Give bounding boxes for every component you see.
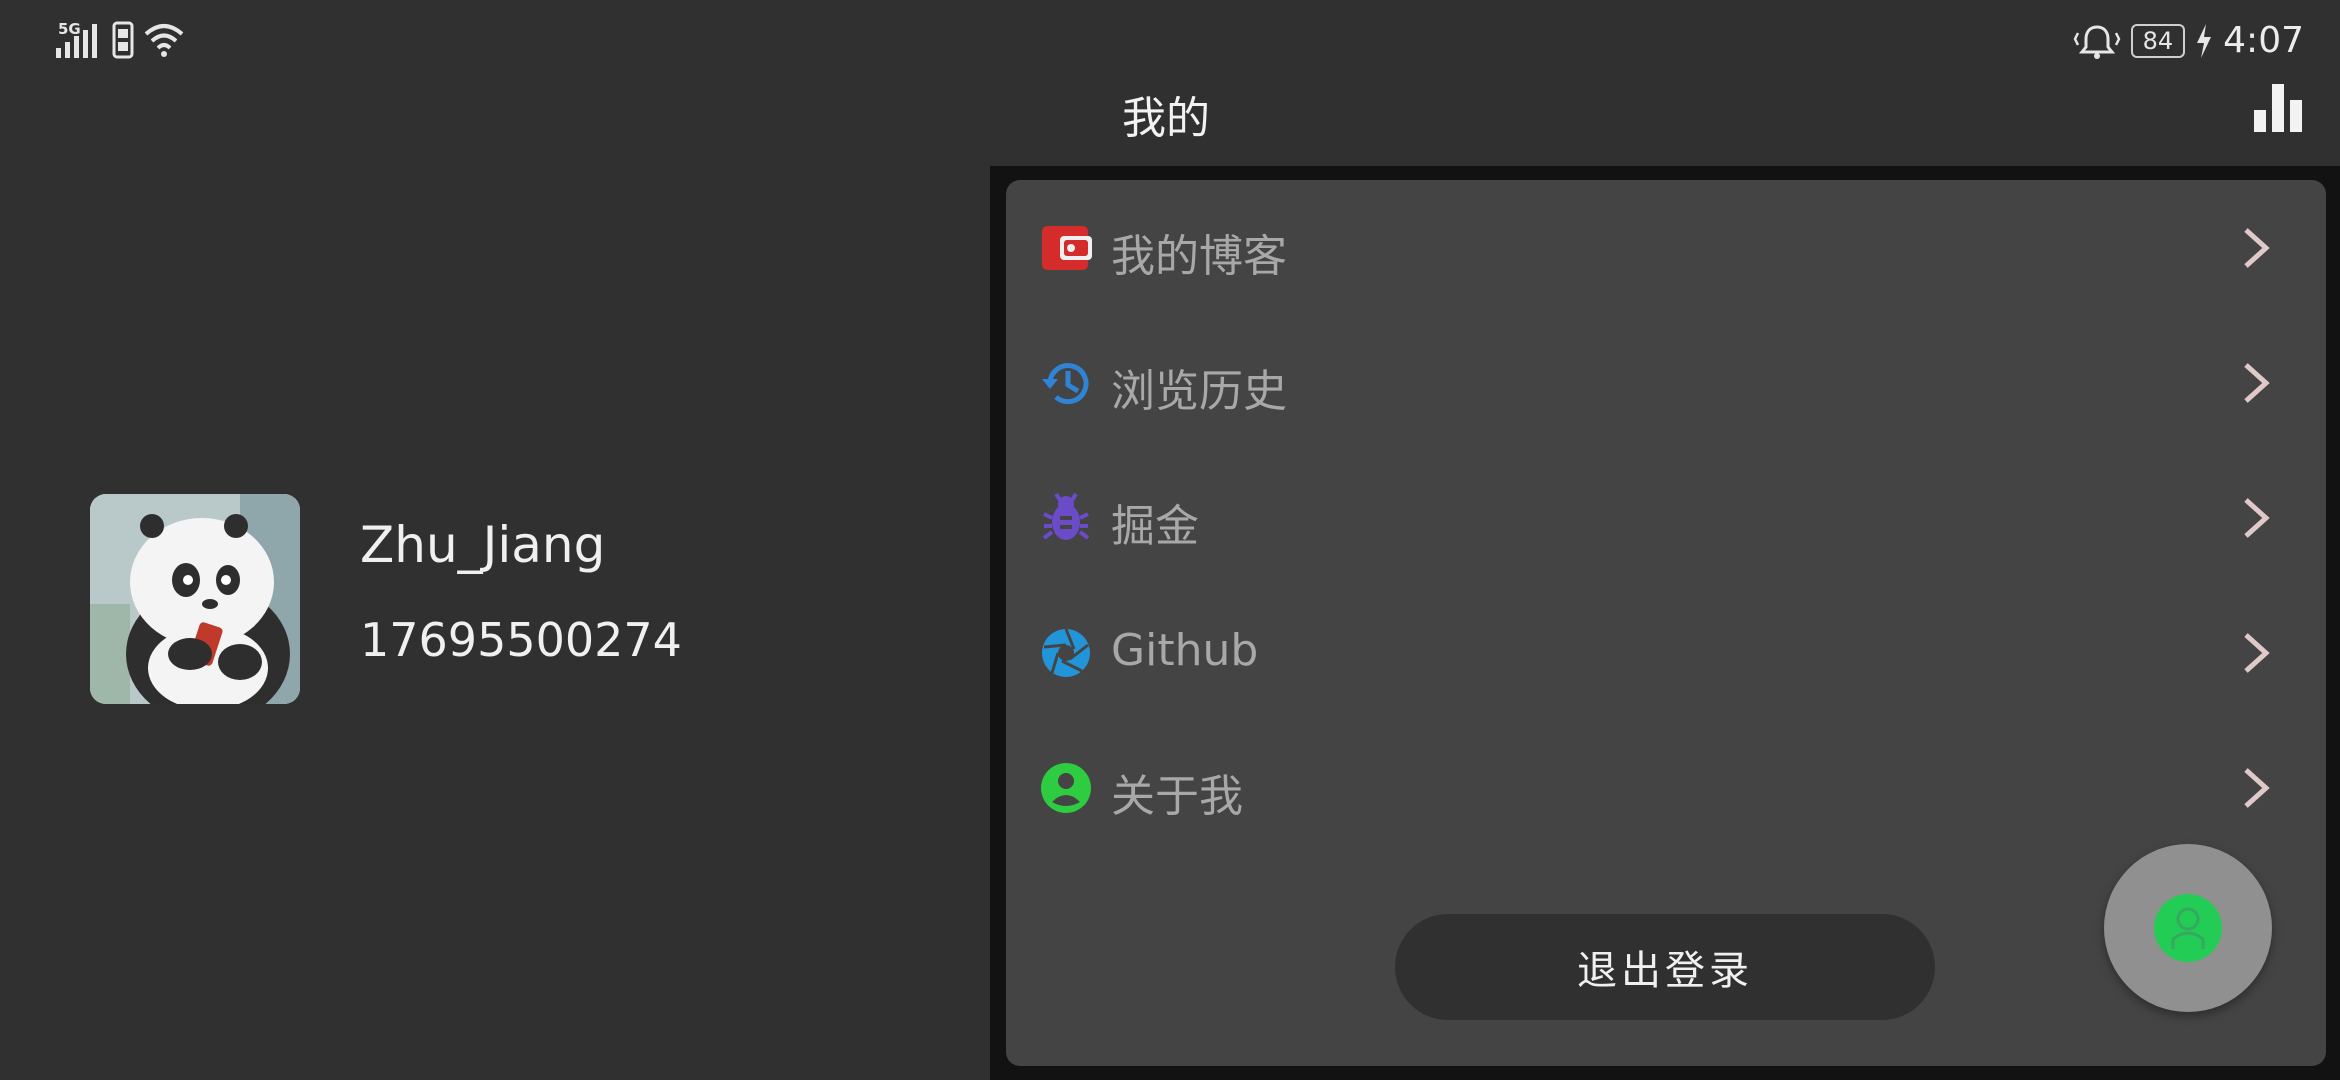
person-icon xyxy=(2154,894,2222,962)
logout-button[interactable]: 退出登录 xyxy=(1395,914,1935,1020)
bell-vibrate-icon xyxy=(2073,24,2121,59)
panda-avatar-image xyxy=(90,494,300,704)
bug-icon xyxy=(1042,492,1090,540)
chevron-right-icon xyxy=(2244,768,2270,808)
clock: 4:07 xyxy=(2223,20,2304,61)
chevron-right-icon xyxy=(2244,363,2270,403)
charging-icon xyxy=(2197,23,2212,58)
avatar[interactable] xyxy=(90,494,300,704)
menu-item-github[interactable]: Github xyxy=(1006,585,2326,720)
menu-item-label: 浏览历史 xyxy=(1111,366,1287,417)
menu-item-label: 掘金 xyxy=(1111,501,1199,552)
status-right: 84 4:07 xyxy=(2073,20,2304,61)
aperture-icon xyxy=(1042,628,1090,677)
logout-label: 退出登录 xyxy=(1577,948,1753,994)
sim-card-icon xyxy=(112,21,134,59)
floating-action-button[interactable] xyxy=(2104,844,2272,1012)
history-icon xyxy=(1042,363,1089,405)
username: Zhu_Jiang xyxy=(360,516,606,574)
menu-item-history[interactable]: 浏览历史 xyxy=(1006,315,2326,450)
menu-item-blog[interactable]: 我的博客 xyxy=(1006,180,2326,315)
bar-chart-icon[interactable] xyxy=(2252,84,2304,132)
menu-item-label: 关于我 xyxy=(1111,771,1243,822)
chevron-right-icon xyxy=(2244,228,2270,268)
battery-level: 84 xyxy=(2130,23,2186,58)
menu-item-label: 我的博客 xyxy=(1111,231,1287,282)
wifi-icon xyxy=(144,24,184,57)
status-bar: 5G 84 4:07 xyxy=(0,0,2340,84)
menu-item-label: Github xyxy=(1111,625,1259,676)
chevron-right-icon xyxy=(2244,498,2270,538)
page-title: 我的 xyxy=(1122,93,1210,144)
wallet-icon xyxy=(1042,226,1092,270)
chevron-right-icon xyxy=(2244,633,2270,673)
account-circle-icon xyxy=(1041,763,1091,813)
menu-item-about[interactable]: 关于我 xyxy=(1006,720,2326,855)
status-left: 5G xyxy=(56,20,184,60)
signal-5g-icon: 5G xyxy=(56,20,102,60)
menu-item-juejin[interactable]: 掘金 xyxy=(1006,450,2326,585)
user-phone: 17695500274 xyxy=(360,613,682,667)
